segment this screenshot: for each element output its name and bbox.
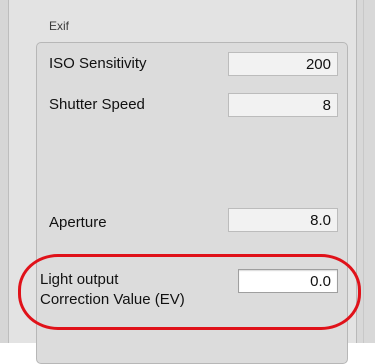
exif-group-title: Exif: [49, 19, 70, 33]
exif-panel: Exif ISO Sensitivity 200 Shutter Speed 8…: [0, 0, 375, 364]
light-output-correction-input[interactable]: 0.0: [238, 269, 338, 293]
exif-group-box: [36, 42, 348, 364]
shutter-speed-value: 8: [228, 93, 338, 117]
left-panel-edge: [0, 0, 9, 343]
light-output-label-line1: Light output: [40, 271, 119, 288]
iso-sensitivity-value: 200: [228, 52, 338, 76]
shutter-speed-label: Shutter Speed: [49, 96, 145, 113]
right-scroll-edge: [356, 0, 375, 343]
light-output-label-line2: Correction Value (EV): [40, 291, 185, 308]
iso-sensitivity-label: ISO Sensitivity: [49, 55, 147, 72]
aperture-value: 8.0: [228, 208, 338, 232]
aperture-label: Aperture: [49, 214, 107, 231]
